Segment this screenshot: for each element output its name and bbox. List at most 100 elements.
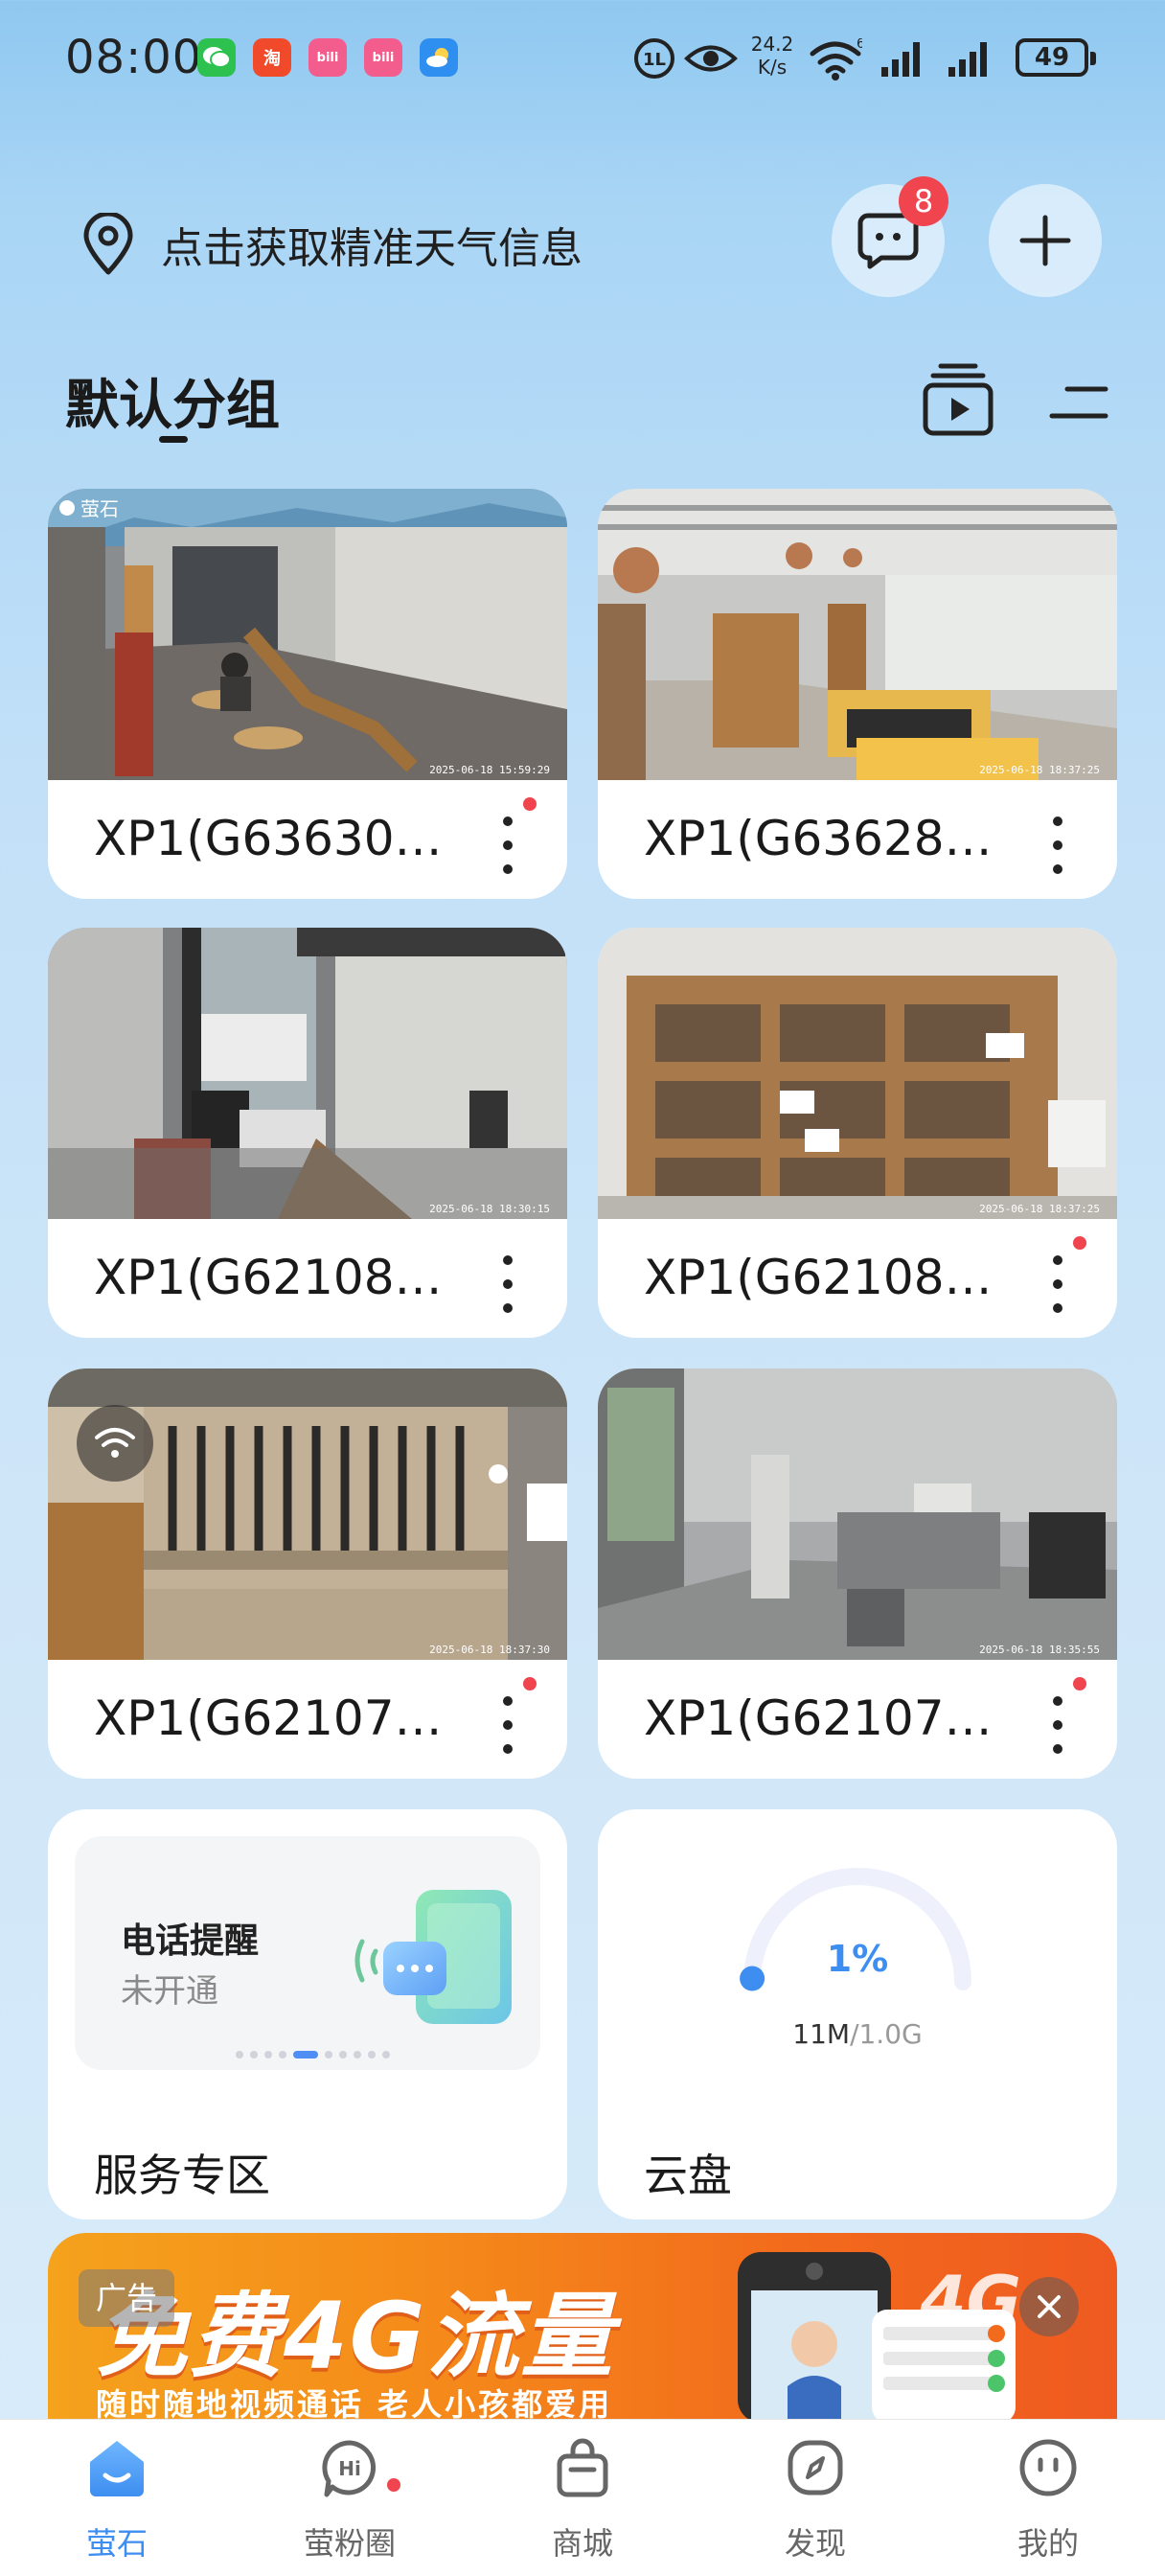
nfc-icon: 1L xyxy=(634,38,674,79)
group-title-underline xyxy=(159,436,188,443)
device-name: XP1(G63628… xyxy=(644,811,993,866)
ad-4g-badge: 4G xyxy=(919,2262,1021,2340)
location-pin-icon xyxy=(83,213,133,275)
net-speed-value: 24.2 xyxy=(750,33,794,56)
service-subtitle: 未开通 xyxy=(121,1972,218,2011)
svg-text:6: 6 xyxy=(857,38,862,52)
camera-thumbnail[interactable]: 2025-06-18 18:30:15 xyxy=(48,928,567,1219)
device-name: XP1(G62107… xyxy=(644,1690,993,1746)
new-event-dot xyxy=(1073,1236,1086,1250)
status-bar: 08:00 淘 bili bili 1L 24.2 K/s 6 49 xyxy=(0,0,1165,115)
group-title[interactable]: 默认分组 xyxy=(65,362,280,440)
nav-item-profile[interactable]: 我的 xyxy=(952,2420,1144,2576)
close-icon xyxy=(1038,2295,1061,2318)
community-new-dot xyxy=(387,2478,400,2492)
location-weather-button[interactable]: 点击获取精准天气信息 xyxy=(79,213,582,276)
home-icon xyxy=(90,2441,144,2496)
weather-app-icon xyxy=(420,38,458,77)
net-speed: 24.2 K/s xyxy=(743,33,801,79)
nav-label: 发现 xyxy=(784,2525,846,2562)
add-device-button[interactable] xyxy=(989,184,1102,297)
cloud-used: 11M xyxy=(792,2018,851,2050)
ad-tag: 广告 xyxy=(79,2269,174,2327)
carousel-dot xyxy=(236,2051,243,2058)
playback-list-button[interactable] xyxy=(920,362,996,439)
nav-item-discover[interactable]: 发现 xyxy=(720,2420,911,2576)
more-options-button[interactable] xyxy=(496,815,519,876)
service-title: 电话提醒 xyxy=(121,1921,260,1961)
svg-text:1L: 1L xyxy=(643,50,666,70)
device-name: XP1(G62108… xyxy=(644,1250,993,1305)
signal-1-icon xyxy=(881,42,920,77)
more-options-button[interactable] xyxy=(496,1694,519,1756)
device-card[interactable]: 2025-06-18 18:37:25 XP1(G62108… xyxy=(598,928,1117,1338)
device-name: XP1(G62107… xyxy=(94,1690,443,1746)
ad-subtitle: 随时随地视频通话 老人小孩都爱用 xyxy=(96,2386,613,2423)
device-card[interactable]: 2025-06-18 18:30:15 XP1(G62108… xyxy=(48,928,567,1338)
device-card[interactable]: 2025-06-18 18:37:30 XP1(G62107… xyxy=(48,1368,567,1779)
nav-label: 萤石 xyxy=(85,2525,148,2562)
new-event-dot xyxy=(523,797,537,811)
device-name: XP1(G62108… xyxy=(94,1250,443,1305)
carousel-dot xyxy=(368,2051,376,2058)
battery-indicator: 49 xyxy=(1016,38,1096,77)
camera-thumbnail[interactable]: 2025-06-18 18:35:55 xyxy=(598,1368,1117,1660)
message-badge: 8 xyxy=(899,176,948,226)
snapshot-timestamp: 2025-06-18 15:59:29 xyxy=(429,764,550,776)
taobao-icon: 淘 xyxy=(253,38,291,77)
phone-reminder-illustration xyxy=(354,1890,512,2024)
ezviz-watermark: 萤石 xyxy=(59,497,119,520)
camera-thumbnail[interactable]: 2025-06-18 18:37:25 xyxy=(598,928,1117,1219)
svg-text:萤石: 萤石 xyxy=(80,497,119,520)
service-carousel[interactable]: 电话提醒 未开通 xyxy=(75,1836,540,2070)
device-card[interactable]: 萤石 2025-06-18 15:59:29 XP1(G63630… xyxy=(48,489,567,899)
shop-bag-icon xyxy=(557,2438,608,2497)
carousel-dot xyxy=(325,2051,332,2058)
compass-icon xyxy=(788,2440,843,2496)
snapshot-timestamp: 2025-06-18 18:37:25 xyxy=(979,1203,1100,1215)
more-options-button[interactable] xyxy=(1046,1694,1069,1756)
carousel-dot xyxy=(264,2051,272,2058)
carousel-dot xyxy=(354,2051,361,2058)
nav-label: 萤粉圈 xyxy=(303,2525,396,2562)
nav-label: 我的 xyxy=(1017,2525,1079,2562)
nav-item-home[interactable]: 萤石 xyxy=(21,2420,213,2576)
snapshot-timestamp: 2025-06-18 18:30:15 xyxy=(429,1203,550,1215)
service-zone-label: 服务专区 xyxy=(94,2150,270,2201)
device-name: XP1(G63630… xyxy=(94,811,443,866)
bottom-nav: 萤石 Hi 萤粉圈 商城 发现 我的 xyxy=(0,2419,1165,2576)
new-event-dot xyxy=(523,1677,537,1690)
nav-item-shop[interactable]: 商城 xyxy=(487,2420,678,2576)
net-speed-unit: K/s xyxy=(757,56,788,79)
more-options-button[interactable] xyxy=(496,1254,519,1315)
cloud-label: 云盘 xyxy=(644,2150,732,2201)
wifi-status-icon xyxy=(77,1405,153,1482)
wifi-icon: 6 xyxy=(810,38,862,80)
service-zone-card[interactable]: 电话提醒 未开通 服务专区 xyxy=(48,1809,567,2220)
camera-thumbnail[interactable]: 2025-06-18 18:37:30 xyxy=(48,1368,567,1660)
carousel-dot xyxy=(339,2051,347,2058)
ad-banner[interactable]: 免费4G流量 随时随地视频通话 老人小孩都爱用 4G 广告 xyxy=(48,2233,1117,2423)
more-options-button[interactable] xyxy=(1046,815,1069,876)
signal-2-icon xyxy=(948,42,987,77)
camera-thumbnail[interactable]: 萤石 2025-06-18 15:59:29 xyxy=(48,489,567,780)
nav-label: 商城 xyxy=(551,2525,613,2562)
device-card[interactable]: 2025-06-18 18:35:55 XP1(G62107… xyxy=(598,1368,1117,1779)
community-icon: Hi xyxy=(322,2440,377,2497)
eye-comfort-icon xyxy=(684,45,738,72)
snapshot-timestamp: 2025-06-18 18:37:25 xyxy=(979,764,1100,776)
ad-close-button[interactable] xyxy=(1019,2277,1079,2336)
camera-thumbnail[interactable]: 2025-06-18 18:37:25 xyxy=(598,489,1117,780)
carousel-dot xyxy=(279,2051,286,2058)
new-event-dot xyxy=(1073,1677,1086,1690)
carousel-indicator xyxy=(236,2051,397,2058)
menu-sort-icon[interactable] xyxy=(1048,381,1109,426)
snapshot-timestamp: 2025-06-18 18:37:30 xyxy=(429,1644,550,1656)
nav-item-community[interactable]: Hi 萤粉圈 xyxy=(254,2420,445,2576)
device-card[interactable]: 2025-06-18 18:37:25 XP1(G63628… xyxy=(598,489,1117,899)
messages-button[interactable]: 8 xyxy=(832,176,948,297)
more-options-button[interactable] xyxy=(1046,1254,1069,1315)
cloud-storage-card[interactable]: 1% 11M/1.0G 云盘 xyxy=(598,1809,1117,2220)
svg-text:Hi: Hi xyxy=(338,2457,361,2480)
status-time: 08:00 xyxy=(65,31,203,84)
